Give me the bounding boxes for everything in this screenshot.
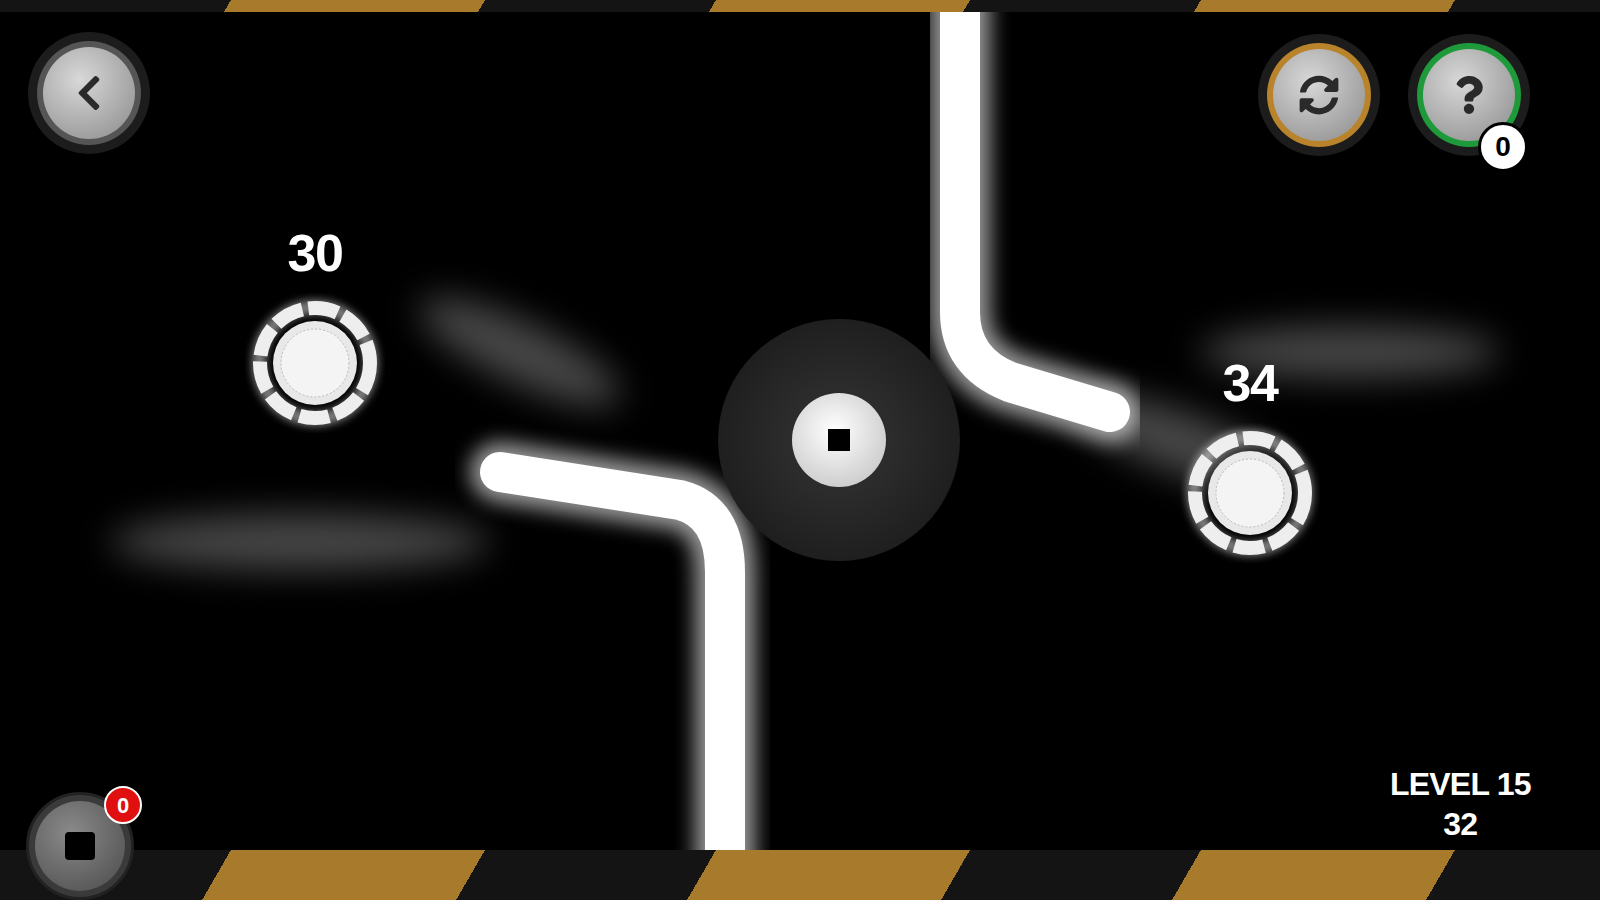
- square-icon: [65, 832, 95, 860]
- launcher[interactable]: [718, 319, 960, 561]
- game-screen: 0 30 34 LEVEL 1532 0: [0, 0, 1600, 900]
- refresh-icon: [1299, 75, 1339, 115]
- target[interactable]: 30: [235, 227, 395, 433]
- square-icon: [828, 429, 850, 451]
- back-button[interactable]: [28, 32, 150, 154]
- target-count: 34: [1222, 357, 1277, 409]
- play-field: 0 30 34 LEVEL 1532: [0, 12, 1600, 850]
- bomb-badge: 0: [104, 786, 142, 824]
- moves-count: 32: [1443, 804, 1477, 844]
- target-icon: [245, 293, 385, 433]
- chevron-left-icon: [69, 73, 109, 113]
- level-label: LEVEL 15: [1390, 764, 1531, 804]
- question-icon: [1450, 76, 1488, 114]
- target-count: 30: [287, 227, 342, 279]
- target-icon: [1180, 423, 1320, 563]
- target[interactable]: 34: [1170, 357, 1330, 563]
- top-stripe: [0, 0, 1600, 12]
- level-info: LEVEL 1532: [1390, 764, 1531, 844]
- bottom-stripe: [0, 850, 1600, 900]
- restart-button[interactable]: [1258, 34, 1380, 156]
- hint-badge: 0: [1478, 122, 1528, 172]
